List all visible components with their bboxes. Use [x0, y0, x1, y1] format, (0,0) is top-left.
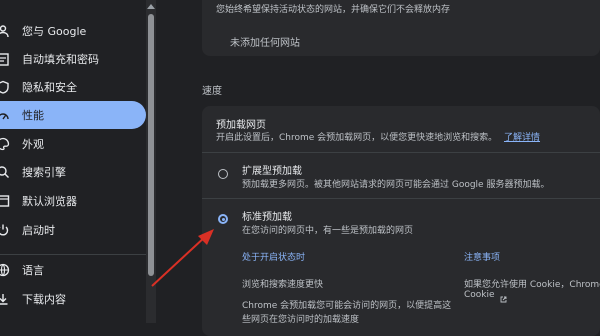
row-separator: [202, 198, 600, 199]
sidebar-item-label: 默认浏览器: [22, 195, 77, 208]
benefit-faster-browsing: 浏览和搜索速度更快: [242, 280, 324, 290]
sidebar-item-appearance[interactable]: 外观: [0, 130, 146, 158]
card-description-text: 您始终希望保持活动状态的网站，并确保它们不会释放内存: [216, 5, 451, 15]
extended-preload-title: 扩展型预加载: [242, 166, 302, 177]
sidebar-item-autofill[interactable]: 自动填充和密码: [0, 45, 146, 73]
speedometer-icon: [0, 108, 10, 122]
search-icon: [0, 165, 10, 179]
extended-preload-description: 预加载更多网页。被其他网站请求的网页可能会通过 Google 服务器预加载。: [242, 180, 550, 190]
sidebar-item-label: 外观: [22, 138, 44, 151]
note-cookies-line1: 如果您允许使用 Cookie，Chrome: [464, 280, 600, 290]
speed-section-title: 速度: [202, 86, 222, 97]
sidebar-item-label: 语言: [22, 264, 44, 277]
sidebar-item-label: 下载内容: [22, 293, 66, 306]
no-sites-added-text: 未添加任何网站: [230, 38, 300, 49]
learn-more-link[interactable]: 了解详情: [504, 130, 540, 143]
sidebar-item-privacy[interactable]: 隐私和安全: [0, 73, 146, 101]
sidebar-item-label: 性能: [22, 109, 44, 122]
sidebar-scrollbar-thumb[interactable]: [148, 14, 154, 276]
sidebar-item-on-startup[interactable]: 启动时: [0, 216, 146, 244]
power-icon: [0, 223, 10, 237]
sidebar-item-label: 搜索引擎: [22, 166, 66, 179]
preload-description: 开启此设置后，Chrome 会预加载网页，以便您更快速地浏览和搜索。: [216, 133, 498, 143]
benefit-preload-line2: 些网页在您访问时的加载速度: [242, 315, 360, 325]
sidebar-item-label: 您与 Google: [22, 25, 87, 38]
sidebar-item-default-browser[interactable]: 默认浏览器: [0, 187, 146, 215]
sidebar-item-label: 启动时: [22, 224, 55, 237]
person-icon: [0, 24, 10, 38]
sidebar-item-downloads[interactable]: 下载内容: [0, 285, 146, 313]
sidebar-item-search-engine[interactable]: 搜索引擎: [0, 158, 146, 186]
benefit-preload-line1: Chrome 会预加载您可能会访问的网页，以便提高这: [242, 301, 452, 311]
assignment-icon: [0, 52, 10, 66]
scroll-up-arrow-icon[interactable]: [147, 4, 155, 9]
palette-icon: [0, 137, 10, 151]
download-icon: [0, 292, 10, 306]
speed-card: 预加载网页 开启此设置后，Chrome 会预加载网页，以便您更快速地浏览和搜索。…: [202, 106, 600, 336]
notes-heading: 注意事项: [464, 253, 501, 263]
external-link-icon[interactable]: [500, 288, 507, 307]
note-cookies-line2: Cookie: [464, 290, 495, 300]
sidebar-item-label: 自动填充和密码: [22, 53, 99, 66]
sidebar-item-performance[interactable]: 性能: [0, 101, 146, 129]
standard-preload-description: 在您访问的网页中，有一些是预加载的网页: [242, 226, 414, 236]
extended-preload-radio[interactable]: [218, 169, 228, 179]
browser-icon: [0, 194, 10, 208]
sidebar-divider: [0, 254, 146, 255]
sidebar-item-you-and-google[interactable]: 您与 Google: [0, 17, 146, 45]
shield-icon: [0, 80, 10, 94]
sidebar-item-languages[interactable]: 语言: [0, 256, 146, 284]
sidebar-item-label: 隐私和安全: [22, 81, 77, 94]
when-on-heading: 处于开启状态时: [242, 253, 306, 263]
globe-icon: [0, 263, 10, 277]
standard-preload-radio[interactable]: [218, 214, 228, 224]
settings-sidebar: 您与 Google 自动填充和密码 隐私和安全 性能 外观 搜索引擎 默认浏览器…: [0, 0, 146, 323]
always-active-sites-card: 您始终希望保持活动状态的网站，并确保它们不会释放内存 未添加任何网站: [202, 0, 600, 56]
settings-main-content: 您始终希望保持活动状态的网站，并确保它们不会释放内存 未添加任何网站 速度 预加…: [156, 0, 600, 336]
row-separator: [202, 152, 600, 153]
preload-title: 预加载网页: [216, 120, 266, 131]
standard-preload-title: 标准预加载: [242, 212, 292, 223]
